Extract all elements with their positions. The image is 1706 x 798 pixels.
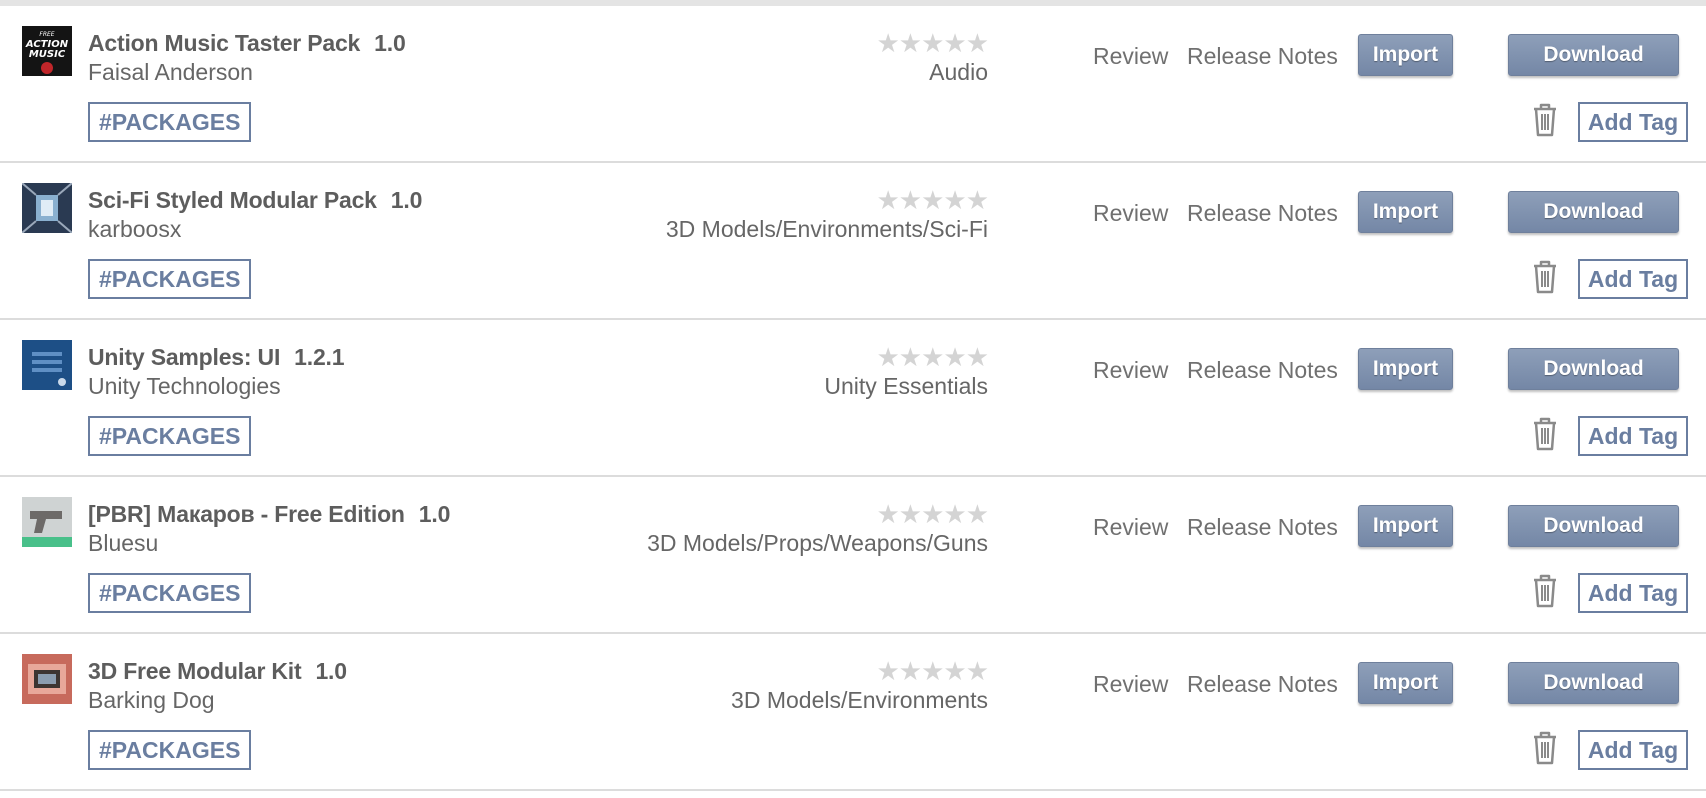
import-button[interactable]: Import [1358, 348, 1453, 390]
package-thumbnail [22, 497, 72, 547]
package-publisher[interactable]: Barking Dog [88, 687, 215, 714]
rating-stars: ★★★★★ [876, 342, 989, 372]
package-thumbnail: FREE ACTION MUSIC [22, 26, 72, 76]
package-thumbnail [22, 654, 72, 704]
package-publisher[interactable]: Unity Technologies [88, 373, 281, 400]
package-version: 1.0 [315, 658, 347, 684]
package-category[interactable]: 3D Models/Props/Weapons/Guns [647, 530, 988, 557]
release-notes-link[interactable]: Release Notes [1187, 200, 1338, 227]
tag-chip[interactable]: #PACKAGES [88, 102, 252, 142]
package-thumbnail [22, 340, 72, 390]
add-tag-button[interactable]: Add Tag [1578, 730, 1688, 770]
package-row: [PBR] Макаров - Free Edition 1.0 Bluesu ★… [0, 477, 1706, 634]
package-title: 3D Free Modular Kit 1.0 [88, 658, 347, 685]
trash-icon[interactable] [1530, 102, 1560, 138]
package-category[interactable]: 3D Models/Environments [731, 687, 988, 714]
package-version: 1.0 [390, 187, 423, 213]
package-list: FREE ACTION MUSIC Action Music Taster Pa… [0, 6, 1706, 791]
release-notes-link[interactable]: Release Notes [1187, 357, 1338, 384]
package-title: Sci-Fi Styled Modular Pack 1.0 [88, 187, 422, 214]
download-button[interactable]: Download [1508, 34, 1679, 76]
trash-icon[interactable] [1530, 416, 1560, 452]
package-thumbnail [22, 183, 72, 233]
package-title: Action Music Taster Pack 1.0 [88, 30, 406, 57]
download-button[interactable]: Download [1508, 505, 1679, 547]
release-notes-link[interactable]: Release Notes [1187, 671, 1338, 698]
package-title: Unity Samples: UI 1.2.1 [88, 344, 345, 371]
package-name: Unity Samples: UI [88, 344, 281, 370]
tag-chip[interactable]: #PACKAGES [88, 573, 252, 613]
rating-stars: ★★★★★ [876, 185, 989, 215]
thumb-text-1: FREE [39, 31, 54, 38]
package-row: FREE ACTION MUSIC Action Music Taster Pa… [0, 6, 1706, 163]
package-name: [PBR] Макаров - Free Edition [88, 501, 405, 527]
package-category[interactable]: Unity Essentials [824, 373, 988, 400]
release-notes-link[interactable]: Release Notes [1187, 514, 1338, 541]
package-publisher[interactable]: Bluesu [88, 530, 158, 557]
package-version: 1.0 [418, 501, 451, 527]
trash-icon[interactable] [1530, 730, 1560, 766]
tag-chip[interactable]: #PACKAGES [88, 730, 252, 770]
package-publisher[interactable]: Faisal Anderson [88, 59, 253, 86]
package-name: Sci-Fi Styled Modular Pack [88, 187, 377, 213]
add-tag-button[interactable]: Add Tag [1578, 102, 1688, 142]
package-row: Unity Samples: UI 1.2.1 Unity Technologie… [0, 320, 1706, 477]
review-link[interactable]: Review [1093, 514, 1168, 541]
import-button[interactable]: Import [1358, 662, 1453, 704]
import-button[interactable]: Import [1358, 34, 1453, 76]
download-button[interactable]: Download [1508, 191, 1679, 233]
package-title: [PBR] Макаров - Free Edition 1.0 [88, 501, 450, 528]
download-button[interactable]: Download [1508, 662, 1679, 704]
package-name: Action Music Taster Pack [88, 30, 361, 56]
release-notes-link[interactable]: Release Notes [1187, 43, 1338, 70]
review-link[interactable]: Review [1093, 43, 1168, 70]
import-button[interactable]: Import [1358, 191, 1453, 233]
package-version: 1.2.1 [294, 344, 345, 370]
review-link[interactable]: Review [1093, 671, 1168, 698]
trash-icon[interactable] [1530, 573, 1560, 609]
package-publisher[interactable]: karboosx [88, 216, 181, 243]
rating-stars: ★★★★★ [876, 28, 989, 58]
package-name: 3D Free Modular Kit [88, 658, 302, 684]
rating-stars: ★★★★★ [876, 499, 989, 529]
package-version: 1.0 [374, 30, 406, 56]
add-tag-button[interactable]: Add Tag [1578, 573, 1688, 613]
tag-chip[interactable]: #PACKAGES [88, 416, 252, 456]
tag-chip[interactable]: #PACKAGES [88, 259, 252, 299]
package-category[interactable]: 3D Models/Environments/Sci-Fi [666, 216, 988, 243]
package-row: 3D Free Modular Kit 1.0 Barking Dog ★★★★★… [0, 634, 1706, 791]
thumb-text-3: MUSIC [29, 49, 66, 60]
add-tag-button[interactable]: Add Tag [1578, 416, 1688, 456]
review-link[interactable]: Review [1093, 357, 1168, 384]
import-button[interactable]: Import [1358, 505, 1453, 547]
review-link[interactable]: Review [1093, 200, 1168, 227]
package-row: Sci-Fi Styled Modular Pack 1.0 karboosx ★… [0, 163, 1706, 320]
package-category[interactable]: Audio [929, 59, 988, 86]
download-button[interactable]: Download [1508, 348, 1679, 390]
add-tag-button[interactable]: Add Tag [1578, 259, 1688, 299]
rating-stars: ★★★★★ [876, 656, 989, 686]
trash-icon[interactable] [1530, 259, 1560, 295]
